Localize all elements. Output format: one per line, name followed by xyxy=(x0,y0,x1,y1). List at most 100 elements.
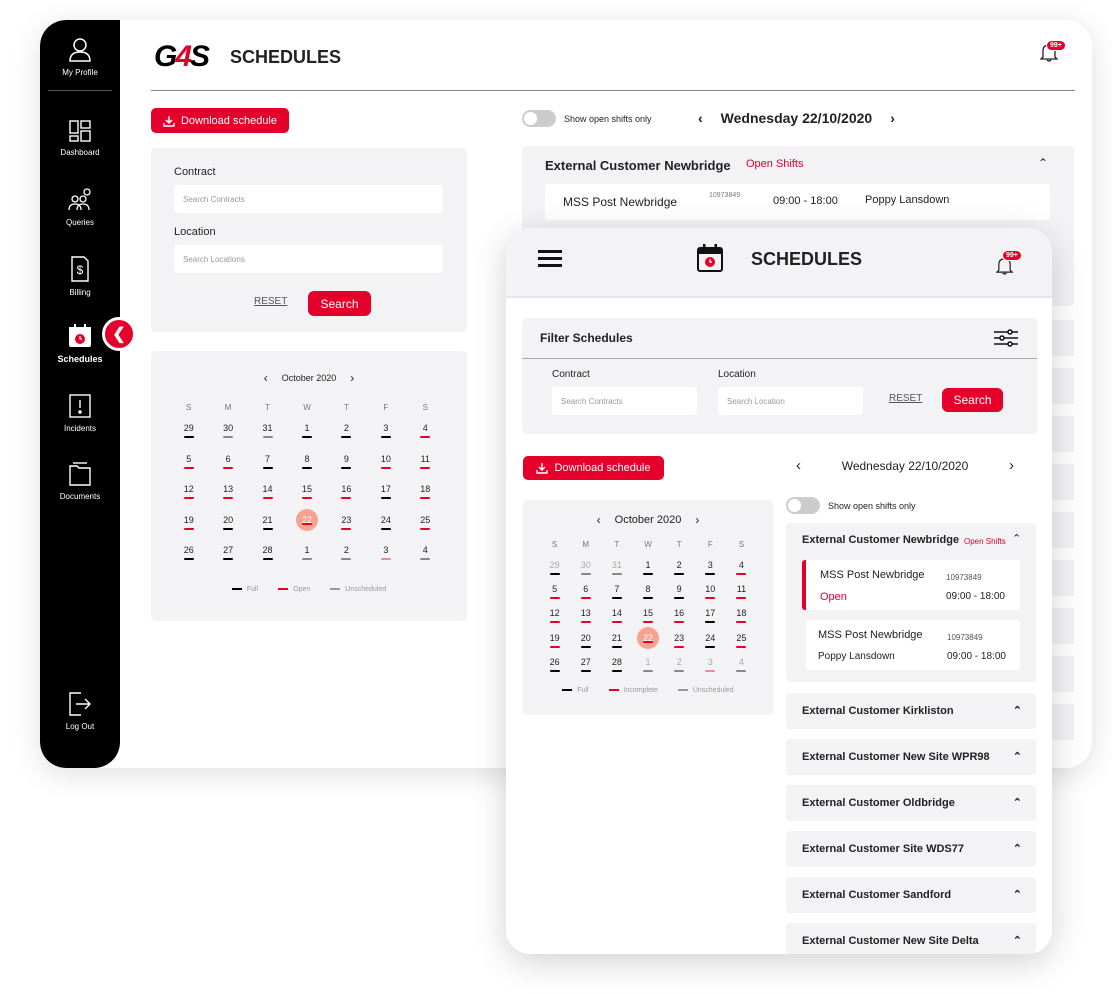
calendar-day[interactable]: 6 xyxy=(208,454,247,485)
calendar-day[interactable]: 27 xyxy=(208,545,247,576)
notifications-button[interactable]: 99+ xyxy=(1039,40,1066,67)
location-search-input[interactable]: Search Locations xyxy=(174,245,443,273)
prev-day-button[interactable]: ‹ xyxy=(796,457,801,474)
menu-button[interactable] xyxy=(538,250,562,273)
download-schedule-button[interactable]: Download schedule xyxy=(151,108,289,133)
calendar-day[interactable]: 8 xyxy=(632,584,663,608)
calendar-day[interactable]: 30 xyxy=(208,423,247,454)
calendar-day[interactable]: 16 xyxy=(664,608,695,632)
search-button[interactable]: Search xyxy=(308,291,371,316)
sidebar-item-my-profile[interactable]: My Profile xyxy=(40,38,120,77)
toggle-switch[interactable] xyxy=(786,497,820,514)
filter-sliders-icon[interactable] xyxy=(994,329,1018,347)
calendar-day[interactable]: 24 xyxy=(366,515,405,546)
sidebar-item-dashboard[interactable]: Dashboard xyxy=(40,120,120,157)
sidebar-item-queries[interactable]: Queries xyxy=(40,188,120,227)
calendar-day[interactable]: 1 xyxy=(287,545,326,576)
customer-accordion-wds77[interactable]: External Customer Site WDS77 ⌃ xyxy=(786,831,1036,867)
calendar-day[interactable]: 10 xyxy=(366,454,405,485)
search-button[interactable]: Search xyxy=(942,388,1003,412)
toggle-switch[interactable] xyxy=(522,110,556,127)
calendar-day[interactable]: 1 xyxy=(287,423,326,454)
calendar-day[interactable]: 12 xyxy=(169,484,208,515)
calendar-day[interactable]: 23 xyxy=(327,515,366,546)
calendar-day[interactable]: 3 xyxy=(366,423,405,454)
calendar-day[interactable]: 7 xyxy=(248,454,287,485)
calendar-day[interactable]: 1 xyxy=(632,657,663,681)
chevron-up-icon[interactable]: ⌃ xyxy=(1012,532,1021,545)
customer-accordion-sandford[interactable]: External Customer Sandford ⌃ xyxy=(786,877,1036,913)
calendar-day[interactable]: 22 xyxy=(632,626,663,657)
calendar-day[interactable]: 21 xyxy=(248,515,287,546)
calendar-day[interactable]: 5 xyxy=(539,584,570,608)
calendar-day[interactable]: 13 xyxy=(570,608,601,632)
calendar-day[interactable]: 2 xyxy=(664,560,695,584)
calendar-day[interactable]: 11 xyxy=(406,454,445,485)
prev-day-button[interactable]: ‹ xyxy=(698,110,703,126)
calendar-day[interactable]: 3 xyxy=(366,545,405,576)
reset-button[interactable]: RESET xyxy=(889,393,922,404)
chevron-up-icon[interactable]: ⌃ xyxy=(1038,156,1048,170)
calendar-day[interactable]: 24 xyxy=(695,633,726,657)
calendar-day[interactable]: 6 xyxy=(570,584,601,608)
shift-row-open[interactable]: MSS Post Newbridge 10973849 Open 09:00 -… xyxy=(802,560,1020,610)
calendar-day[interactable]: 20 xyxy=(208,515,247,546)
next-month-button[interactable]: › xyxy=(695,513,699,527)
calendar-day[interactable]: 31 xyxy=(601,560,632,584)
calendar-day[interactable]: 16 xyxy=(327,484,366,515)
next-day-button[interactable]: › xyxy=(890,110,895,126)
calendar-day[interactable]: 22 xyxy=(287,508,326,546)
shift-row[interactable]: MSS Post Newbridge 10973849 09:00 - 18:0… xyxy=(545,184,1050,220)
calendar-day[interactable]: 17 xyxy=(695,608,726,632)
customer-accordion-oldbridge[interactable]: External Customer Oldbridge ⌃ xyxy=(786,785,1036,821)
contract-search-input[interactable]: Search Contracts xyxy=(174,185,443,213)
next-day-button[interactable]: › xyxy=(1009,457,1014,474)
calendar-day[interactable]: 26 xyxy=(539,657,570,681)
calendar-day[interactable]: 4 xyxy=(406,545,445,576)
calendar-day[interactable]: 18 xyxy=(406,484,445,515)
calendar-day[interactable]: 28 xyxy=(248,545,287,576)
calendar-day[interactable]: 18 xyxy=(726,608,757,632)
calendar-day[interactable]: 20 xyxy=(570,633,601,657)
calendar-day[interactable]: 2 xyxy=(327,545,366,576)
calendar-day[interactable]: 9 xyxy=(327,454,366,485)
calendar-day[interactable]: 7 xyxy=(601,584,632,608)
next-month-button[interactable]: › xyxy=(350,371,354,385)
calendar-day[interactable]: 5 xyxy=(169,454,208,485)
prev-month-button[interactable]: ‹ xyxy=(264,371,268,385)
calendar-day[interactable]: 3 xyxy=(695,560,726,584)
customer-accordion-wpr98[interactable]: External Customer New Site WPR98 ⌃ xyxy=(786,739,1036,775)
location-search-input[interactable]: Search Location xyxy=(718,387,863,415)
calendar-day[interactable]: 30 xyxy=(570,560,601,584)
calendar-day[interactable]: 28 xyxy=(601,657,632,681)
calendar-day[interactable]: 1 xyxy=(632,560,663,584)
calendar-day[interactable]: 17 xyxy=(366,484,405,515)
prev-month-button[interactable]: ‹ xyxy=(597,513,601,527)
calendar-day[interactable]: 12 xyxy=(539,608,570,632)
contract-search-input[interactable]: Search Contracts xyxy=(552,387,697,415)
download-schedule-button[interactable]: Download schedule xyxy=(523,456,664,480)
calendar-day[interactable]: 4 xyxy=(726,657,757,681)
calendar-day[interactable]: 4 xyxy=(406,423,445,454)
mobile-notifications-button[interactable]: 99+ xyxy=(995,250,1022,280)
sidebar-item-documents[interactable]: Documents xyxy=(40,462,120,501)
calendar-day[interactable]: 2 xyxy=(664,657,695,681)
calendar-day[interactable]: 27 xyxy=(570,657,601,681)
calendar-day[interactable]: 14 xyxy=(248,484,287,515)
calendar-day[interactable]: 31 xyxy=(248,423,287,454)
calendar-day[interactable]: 9 xyxy=(664,584,695,608)
calendar-day[interactable]: 21 xyxy=(601,633,632,657)
calendar-day[interactable]: 13 xyxy=(208,484,247,515)
customer-accordion-delta[interactable]: External Customer New Site Delta ⌃ xyxy=(786,923,1036,954)
calendar-day[interactable]: 10 xyxy=(695,584,726,608)
open-shifts-toggle[interactable]: Show open shifts only xyxy=(786,497,916,514)
calendar-day[interactable]: 19 xyxy=(539,633,570,657)
calendar-day[interactable]: 8 xyxy=(287,454,326,485)
calendar-day[interactable]: 25 xyxy=(406,515,445,546)
sidebar-item-incidents[interactable]: Incidents xyxy=(40,394,120,433)
calendar-day[interactable]: 2 xyxy=(327,423,366,454)
sidebar-item-log-out[interactable]: Log Out xyxy=(40,692,120,731)
calendar-day[interactable]: 29 xyxy=(539,560,570,584)
calendar-day[interactable]: 26 xyxy=(169,545,208,576)
calendar-day[interactable]: 19 xyxy=(169,515,208,546)
